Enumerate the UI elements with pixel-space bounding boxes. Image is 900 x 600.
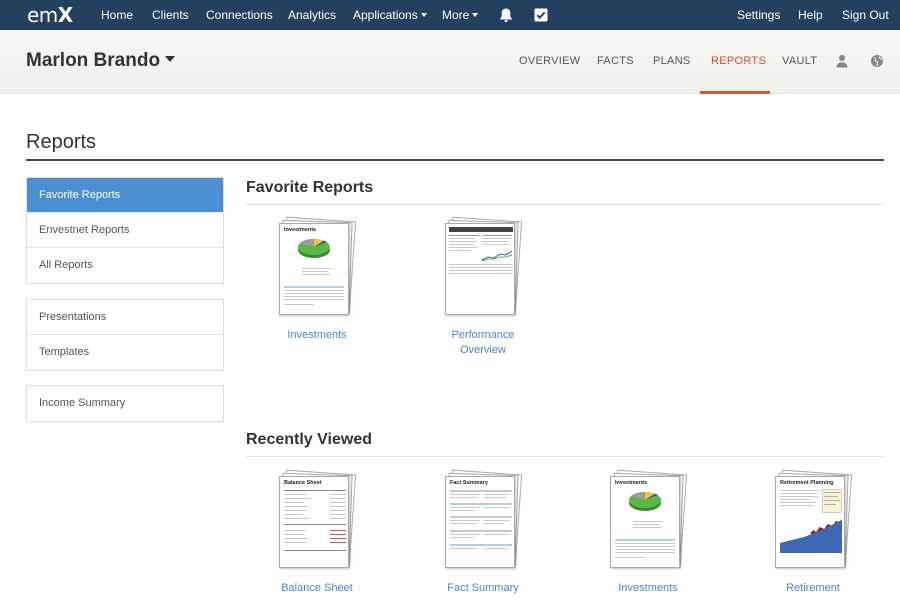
active-tab-indicator — [700, 91, 770, 94]
user-icon[interactable] — [835, 54, 849, 68]
client-name: Marlon Brando — [26, 50, 161, 71]
bell-icon[interactable] — [498, 7, 514, 23]
report-tile-label: Investments — [618, 582, 678, 594]
checkbox-icon[interactable] — [533, 7, 549, 23]
nav-help[interactable]: Help — [798, 0, 823, 30]
recently-viewed-divider — [246, 456, 884, 457]
nav-clients[interactable]: Clients — [152, 0, 189, 30]
report-tile-investments[interactable]: Investments Investments — [247, 216, 387, 349]
thumbnail-title: Fact Summary — [450, 480, 488, 486]
menu-presentations[interactable]: Presentations — [27, 300, 223, 335]
menu-favorite-reports[interactable]: Favorite Reports — [27, 178, 223, 213]
menu-envestnet-reports[interactable]: Envestnet Reports — [27, 213, 223, 248]
nav-analytics[interactable]: Analytics — [288, 0, 336, 30]
logo-text: em — [27, 3, 58, 27]
chevron-down-icon — [420, 12, 427, 17]
menu-all-reports[interactable]: All Reports — [27, 248, 223, 283]
report-thumbnail: Investments — [608, 469, 688, 569]
nav-more[interactable]: More — [442, 0, 479, 30]
report-tile-retirement[interactable]: Retirement Planning Retirement — [743, 469, 883, 600]
report-tile-performance-overview[interactable]: Performance Overview — [413, 216, 553, 359]
pie-chart-icon — [629, 491, 661, 511]
client-header: Marlon Brando OVERVIEW FACTS PLANS REPOR… — [0, 30, 900, 94]
nav-home[interactable]: Home — [101, 0, 133, 30]
favorite-reports-heading: Favorite Reports — [246, 179, 374, 196]
report-menu-group-income: Income Summary — [26, 385, 224, 422]
tab-overview[interactable]: OVERVIEW — [519, 30, 581, 94]
report-menu-group-primary: Favorite Reports Envestnet Reports All R… — [26, 177, 224, 284]
report-thumbnail: Retirement Planning — [773, 469, 853, 569]
report-tile-label: Fact Summary — [447, 582, 519, 594]
pie-chart-icon — [298, 238, 330, 258]
report-tile-label: Retirement — [786, 582, 840, 594]
menu-income-summary[interactable]: Income Summary — [27, 386, 223, 421]
chevron-down-icon — [165, 55, 176, 62]
tab-plans[interactable]: PLANS — [653, 30, 691, 94]
tab-vault[interactable]: VAULT — [782, 30, 817, 94]
report-tile-label-line2: Overview — [460, 344, 506, 356]
nav-connections[interactable]: Connections — [206, 0, 273, 30]
report-tile-label: Balance Sheet — [281, 582, 353, 594]
logo-text-x: X — [57, 3, 73, 27]
report-tile-fact-summary[interactable]: Fact Summary Fact Summary — [413, 469, 553, 600]
report-thumbnail: Balance Sheet — [277, 469, 357, 569]
line-chart-icon — [482, 250, 512, 262]
globe-icon[interactable] — [870, 54, 884, 68]
report-tile-balance-sheet[interactable]: Balance Sheet Balance Sheet — [247, 469, 387, 600]
thumbnail-title: Investments — [615, 480, 648, 486]
thumbnail-title: Retirement Planning — [780, 480, 834, 486]
nav-more-label: More — [442, 8, 470, 22]
title-divider — [26, 159, 884, 161]
report-thumbnail: Fact Summary — [443, 469, 523, 569]
report-tile-investments-recent[interactable]: Investments Investments — [578, 469, 718, 600]
area-chart-icon — [780, 519, 842, 553]
thumbnail-title: Balance Sheet — [284, 480, 322, 486]
nav-settings[interactable]: Settings — [737, 0, 780, 30]
report-tile-label-line1: Performance — [451, 329, 515, 341]
chevron-down-icon — [472, 12, 479, 17]
report-menu-group-presentations: Presentations Templates — [26, 299, 224, 371]
emx-logo[interactable]: emX — [27, 3, 73, 27]
page-title: Reports — [26, 131, 97, 153]
top-navigation-bar: emX Home Clients Connections Analytics A… — [0, 0, 900, 30]
report-thumbnail — [443, 216, 523, 316]
nav-applications-label: Applications — [353, 8, 418, 22]
nav-sign-out[interactable]: Sign Out — [842, 0, 889, 30]
nav-applications[interactable]: Applications — [353, 0, 427, 30]
tab-facts[interactable]: FACTS — [597, 30, 634, 94]
favorite-reports-divider — [246, 204, 884, 205]
tab-reports[interactable]: REPORTS — [711, 30, 766, 94]
report-thumbnail: Investments — [277, 216, 357, 316]
thumbnail-title: Investments — [284, 227, 317, 233]
menu-templates[interactable]: Templates — [27, 335, 223, 370]
recently-viewed-heading: Recently Viewed — [246, 431, 372, 448]
client-name-dropdown[interactable]: Marlon Brando — [26, 50, 176, 72]
report-tile-label: Investments — [287, 329, 347, 341]
